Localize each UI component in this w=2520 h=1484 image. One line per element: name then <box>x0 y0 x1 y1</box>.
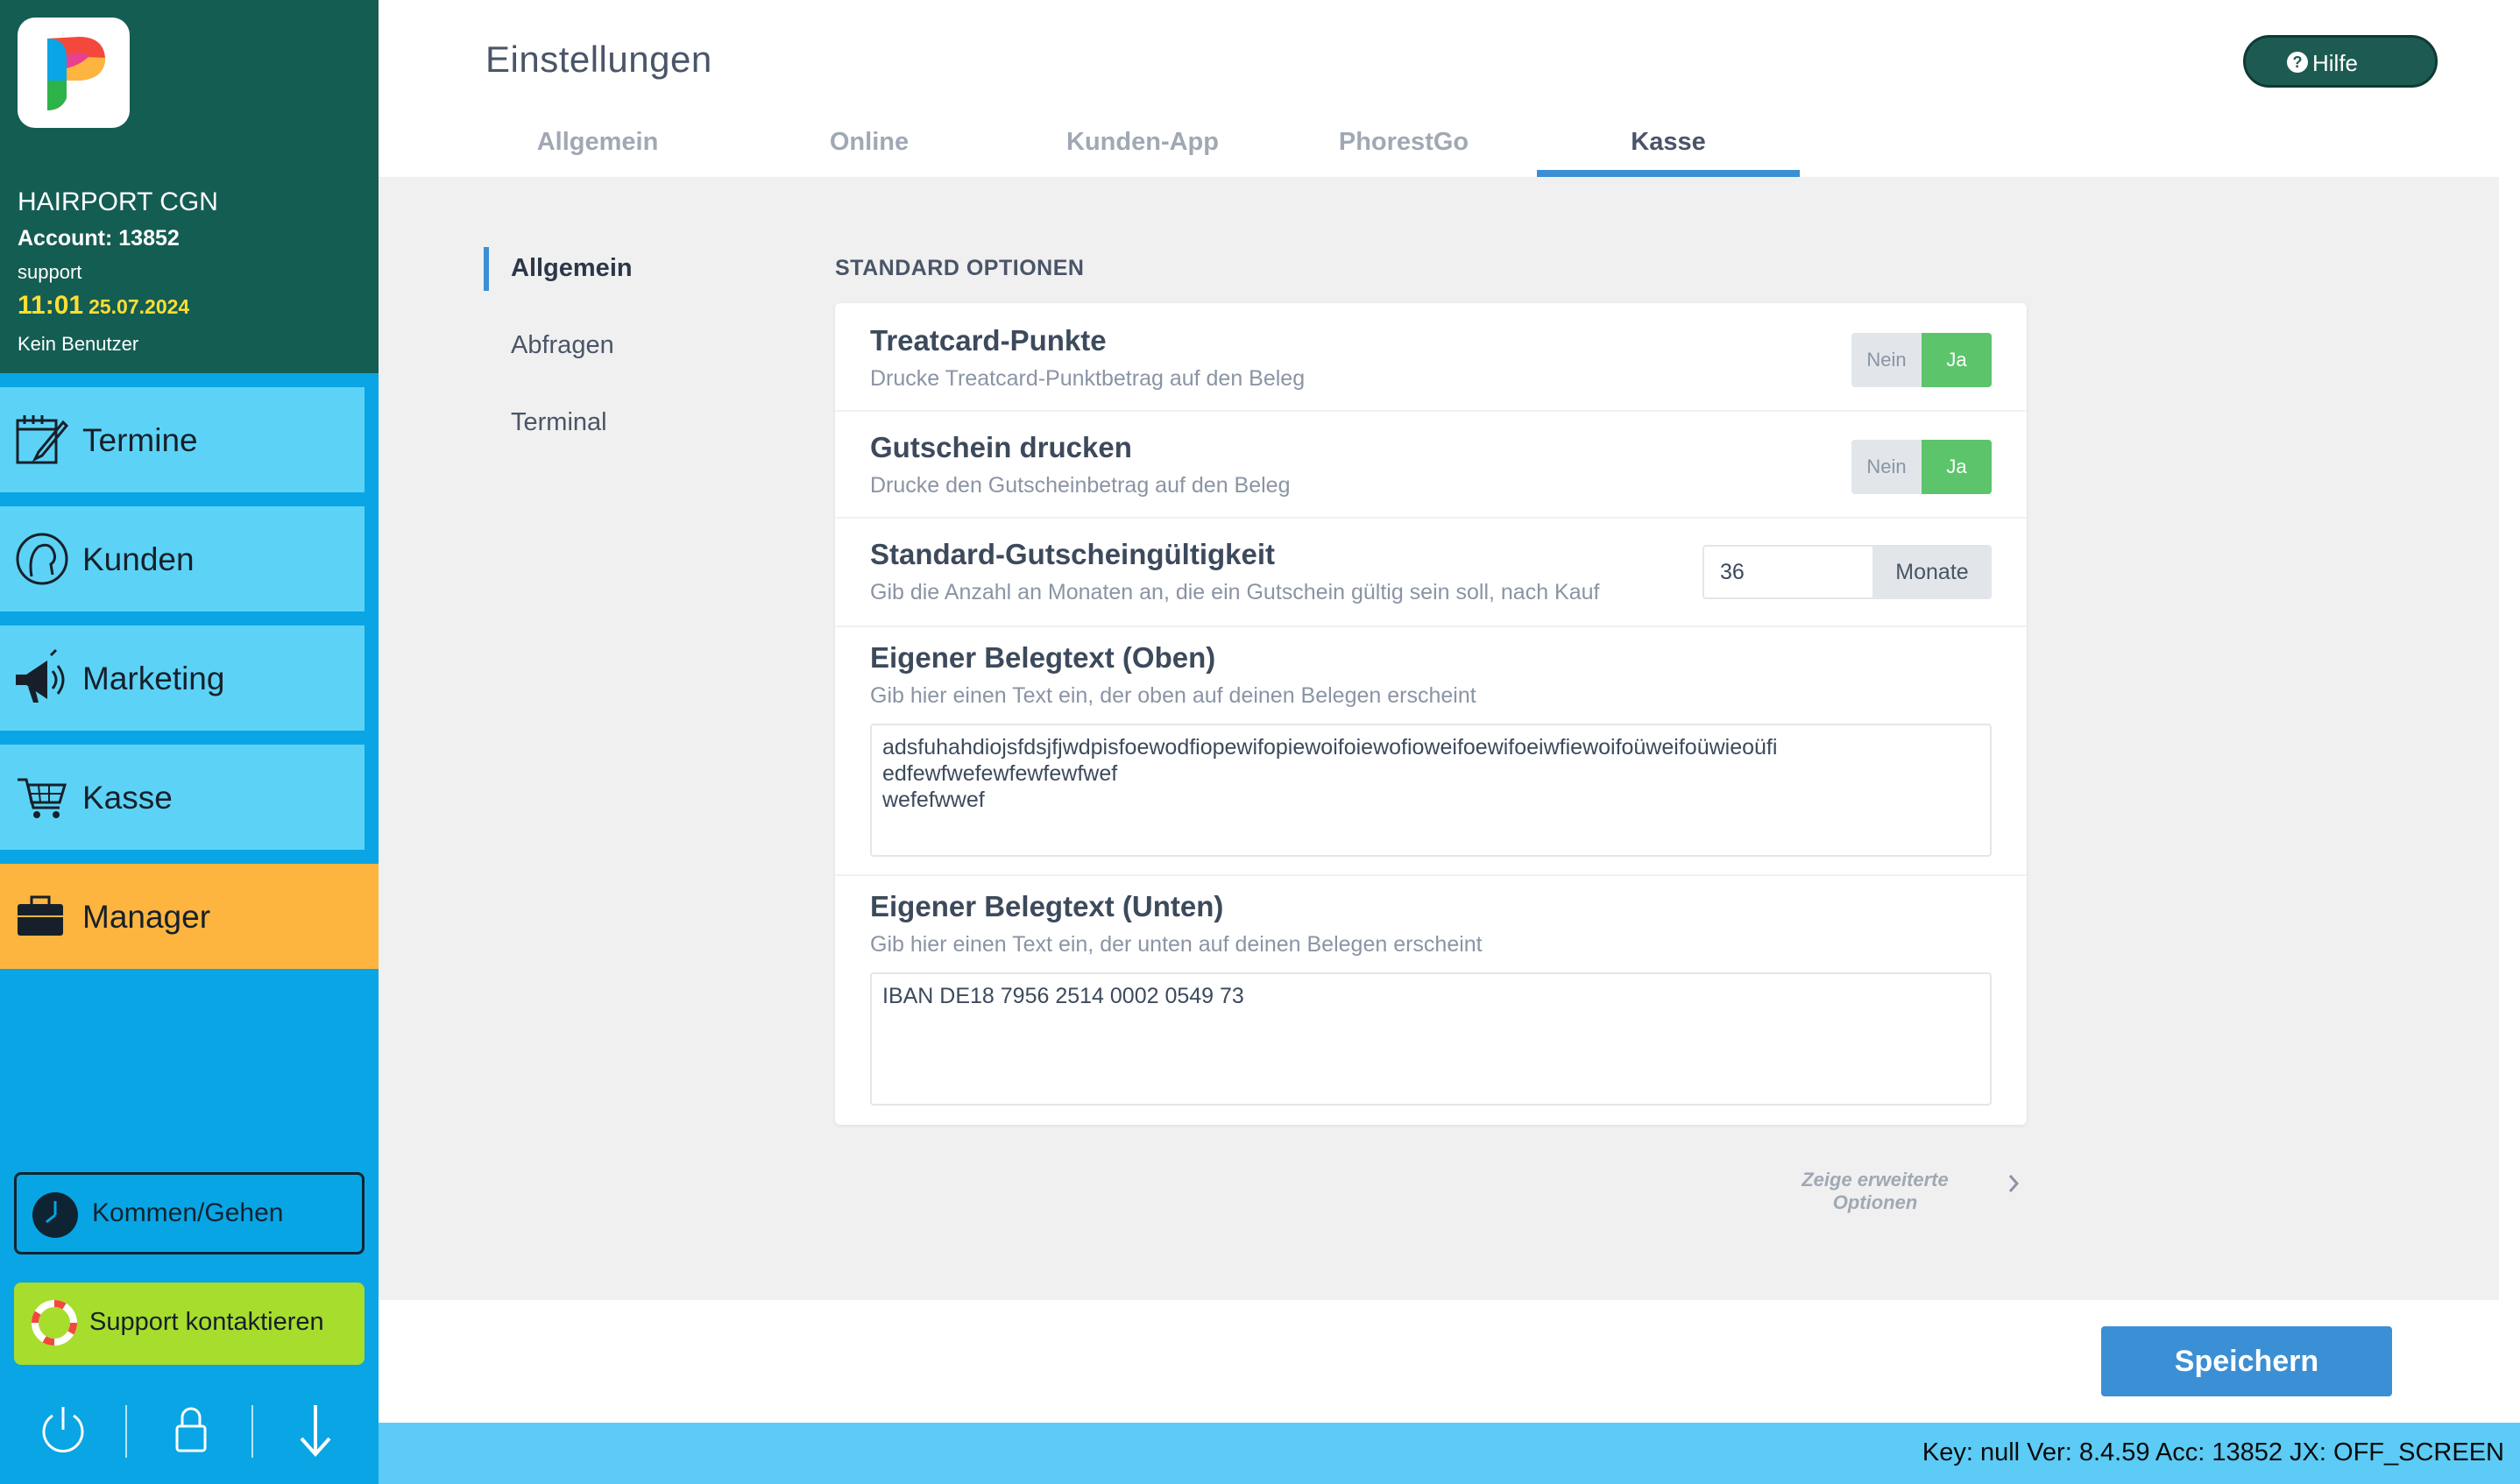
subnav-abfragen[interactable]: Abfragen <box>511 331 614 360</box>
active-tab-indicator <box>1537 170 1800 177</box>
save-button[interactable]: Speichern <box>2101 1326 2392 1396</box>
clock: 11:01 25.07.2024 <box>18 291 189 321</box>
gutschein-row: Gutschein drucken Drucke den Gutscheinbe… <box>835 412 2027 519</box>
tab-kunden-app[interactable]: Kunden-App <box>1037 128 1248 157</box>
clock-date: 25.07.2024 <box>88 295 190 318</box>
current-user-status: Kein Benutzer <box>18 333 139 355</box>
question-circle-icon: ? <box>2287 52 2308 73</box>
nav-label: Manager <box>82 899 211 935</box>
calendar-edit-icon <box>16 415 69 464</box>
show-advanced-options-link[interactable]: Zeige erweiterte Optionen <box>1787 1169 1963 1214</box>
nav-kasse[interactable]: Kasse <box>0 745 365 850</box>
status-bar: Key: null Ver: 8.4.59 Acc: 13852 JX: OFF… <box>379 1423 2520 1484</box>
gutschein-toggle[interactable]: Nein Ja <box>1851 440 1992 494</box>
status-text: Key: null Ver: 8.4.59 Acc: 13852 JX: OFF… <box>1922 1438 2504 1466</box>
account-user: support <box>18 261 82 283</box>
support-label: Support kontaktieren <box>89 1308 324 1336</box>
clock-time: 11:01 <box>18 291 84 320</box>
nav-label: Termine <box>82 422 198 458</box>
power-icon[interactable] <box>35 1400 91 1459</box>
support-button[interactable]: Support kontaktieren <box>14 1283 365 1365</box>
row-description: Gib hier einen Text ein, der oben auf de… <box>870 683 1476 708</box>
kommen-gehen-button[interactable]: Kommen/Gehen <box>14 1172 365 1254</box>
gueltigkeit-row: Standard-Gutscheingültigkeit Gib die Anz… <box>835 519 2027 627</box>
row-description: Drucke den Gutscheinbetrag auf den Beleg <box>870 473 1291 498</box>
toggle-on-option[interactable]: Ja <box>1922 440 1992 494</box>
nav-manager[interactable]: Manager <box>0 864 379 969</box>
help-label: Hilfe <box>2312 50 2359 76</box>
phorest-logo <box>18 18 130 128</box>
subnav-active-indicator <box>484 247 489 291</box>
section-title: STANDARD OPTIONEN <box>835 256 1085 280</box>
treatcard-row: Treatcard-Punkte Drucke Treatcard-Punktb… <box>835 303 2027 412</box>
sidebar: HAIRPORT CGN Account: 13852 support 11:0… <box>0 0 379 1484</box>
divider <box>251 1405 253 1458</box>
customer-head-icon <box>16 533 68 585</box>
briefcase-icon <box>18 895 63 936</box>
svg-text:?: ? <box>2293 53 2303 71</box>
help-button[interactable]: ? Hilfe <box>2243 35 2438 88</box>
settings-header: Einstellungen ? Hilfe Allgemein Online K… <box>379 0 2499 177</box>
nav-label: Kasse <box>82 780 173 816</box>
toggle-on-option[interactable]: Ja <box>1922 333 1992 387</box>
row-description: Gib die Anzahl an Monaten an, die ein Gu… <box>870 580 1600 604</box>
lifebuoy-icon <box>32 1300 77 1346</box>
clock-icon <box>32 1192 78 1238</box>
months-unit-label: Monate <box>1872 545 1992 599</box>
chevron-right-icon[interactable] <box>2003 1170 2024 1197</box>
tab-allgemein[interactable]: Allgemein <box>510 128 685 157</box>
row-title: Treatcard-Punkte <box>870 324 1107 357</box>
megaphone-icon <box>16 648 65 703</box>
row-title: Eigener Belegtext (Unten) <box>870 890 1224 922</box>
toggle-off-option[interactable]: Nein <box>1851 440 1922 494</box>
salon-name: HAIRPORT CGN <box>18 187 218 216</box>
row-title: Standard-Gutscheingültigkeit <box>870 538 1276 570</box>
nav-label: Kunden <box>82 541 195 577</box>
sidebar-header: HAIRPORT CGN Account: 13852 support 11:0… <box>0 0 379 373</box>
arrow-down-icon[interactable] <box>287 1400 343 1459</box>
row-title: Eigener Belegtext (Oben) <box>870 641 1216 674</box>
account-number: Account: 13852 <box>18 226 180 251</box>
subnav-allgemein[interactable]: Allgemein <box>511 254 633 283</box>
nav-label: Marketing <box>82 661 225 696</box>
receipt-top-textarea[interactable]: adsfuhahdiojsfdsjfjwdpisfoewodfiopewifop… <box>870 724 1992 857</box>
shopping-cart-icon <box>18 778 67 818</box>
subnav-terminal[interactable]: Terminal <box>511 408 607 437</box>
nav-termine[interactable]: Termine <box>0 387 365 492</box>
tab-kasse[interactable]: Kasse <box>1537 128 1800 157</box>
tab-phorestgo[interactable]: PhorestGo <box>1307 128 1500 157</box>
beleg-unten-row: Eigener Belegtext (Unten) Gib hier einen… <box>835 876 2027 1125</box>
validity-months-input[interactable] <box>1702 545 1872 599</box>
receipt-bottom-textarea[interactable]: IBAN DE18 7956 2514 0002 0549 73 <box>870 972 1992 1106</box>
lock-icon[interactable] <box>163 1400 219 1459</box>
beleg-oben-row: Eigener Belegtext (Oben) Gib hier einen … <box>835 627 2027 876</box>
kommen-gehen-label: Kommen/Gehen <box>92 1198 284 1227</box>
divider <box>125 1405 127 1458</box>
row-description: Drucke Treatcard-Punktbetrag auf den Bel… <box>870 366 1306 391</box>
options-card: Treatcard-Punkte Drucke Treatcard-Punktb… <box>835 303 2027 1125</box>
page-title: Einstellungen <box>485 39 712 80</box>
toggle-off-option[interactable]: Nein <box>1851 333 1922 387</box>
right-gutter <box>2499 0 2520 1423</box>
row-title: Gutschein drucken <box>870 431 1132 463</box>
footer-bar: Speichern <box>379 1300 2499 1423</box>
nav-kunden[interactable]: Kunden <box>0 506 365 611</box>
nav-marketing[interactable]: Marketing <box>0 625 365 731</box>
treatcard-toggle[interactable]: Nein Ja <box>1851 333 1992 387</box>
row-description: Gib hier einen Text ein, der unten auf d… <box>870 932 1483 957</box>
tab-online[interactable]: Online <box>799 128 939 157</box>
